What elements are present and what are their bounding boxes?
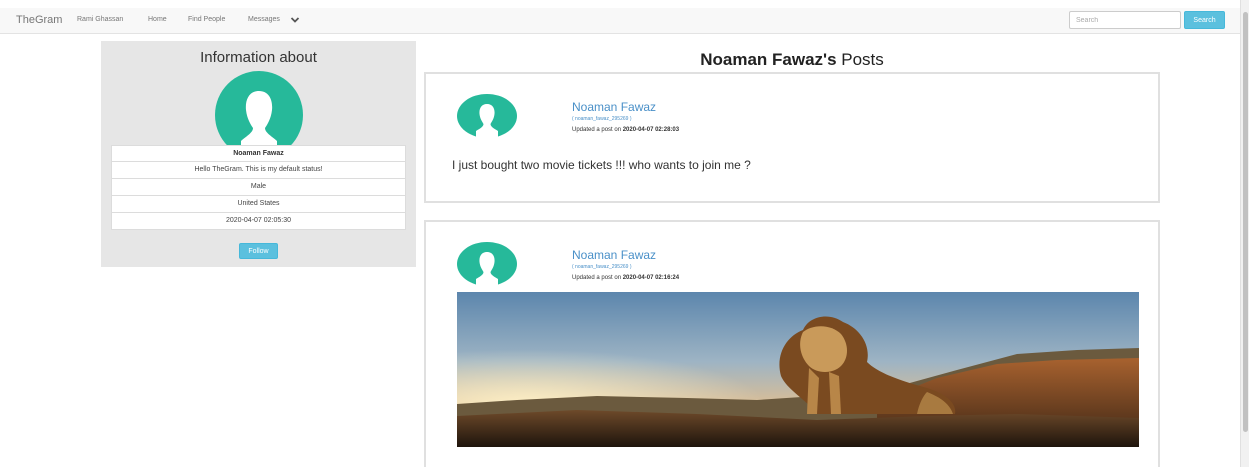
post-author-link[interactable]: Noaman Fawaz [572, 100, 656, 114]
lion-sunset-image [457, 292, 1139, 447]
post-timestamp: Updated a post on 2020-04-07 02:28:03 [572, 127, 679, 133]
nav-link-home[interactable]: Home [148, 16, 167, 23]
post-author-avatar-icon [457, 94, 517, 138]
post-timestamp-prefix: Updated a post on [572, 275, 623, 281]
post-author-handle[interactable]: ( noaman_fawaz_295269 ) [572, 264, 632, 270]
profile-details-table: Noaman Fawaz Hello TheGram. This is my d… [111, 145, 406, 230]
profile-joined-date: 2020-04-07 02:05:30 [111, 213, 406, 230]
follow-button[interactable]: Follow [239, 243, 278, 259]
profile-status: Hello TheGram. This is my default status… [111, 162, 406, 179]
profile-gender: Male [111, 179, 406, 196]
posts-heading: Noaman Fawaz's Posts [424, 50, 1160, 70]
post-card: Noaman Fawaz ( noaman_fawaz_295269 ) Upd… [424, 72, 1160, 203]
search-button[interactable]: Search [1184, 11, 1225, 29]
posts-heading-name: Noaman Fawaz's [700, 50, 837, 69]
post-timestamp-value: 2020-04-07 02:16:24 [622, 275, 680, 281]
posts-heading-suffix: Posts [836, 50, 884, 69]
top-navbar: TheGram Rami Ghassan Home Find People Me… [0, 8, 1240, 34]
scrollbar-thumb[interactable] [1243, 12, 1248, 432]
post-timestamp-prefix: Updated a post on [572, 127, 623, 133]
chevron-down-icon[interactable] [290, 15, 300, 25]
post-card: Noaman Fawaz ( noaman_fawaz_295269 ) Upd… [424, 220, 1160, 467]
info-panel-title: Information about [200, 49, 317, 66]
post-text: I just bought two movie tickets !!! who … [452, 158, 751, 172]
post-author-link[interactable]: Noaman Fawaz [572, 248, 656, 262]
search-input[interactable] [1069, 11, 1181, 29]
nav-link-messages[interactable]: Messages [248, 16, 280, 23]
profile-name: Noaman Fawaz [111, 145, 406, 162]
post-timestamp: Updated a post on 2020-04-07 02:16:24 [572, 275, 679, 281]
profile-info-panel: Information about Noaman Fawaz Hello The… [101, 41, 416, 267]
brand-logo[interactable]: TheGram [16, 14, 62, 26]
page-scrollbar[interactable] [1240, 0, 1249, 467]
post-author-handle[interactable]: ( noaman_fawaz_295269 ) [572, 116, 632, 122]
post-author-avatar-icon [457, 242, 517, 286]
post-timestamp-value: 2020-04-07 02:28:03 [622, 127, 680, 133]
nav-link-find-people[interactable]: Find People [188, 16, 225, 23]
nav-link-profile[interactable]: Rami Ghassan [77, 16, 123, 23]
profile-country: United States [111, 196, 406, 213]
